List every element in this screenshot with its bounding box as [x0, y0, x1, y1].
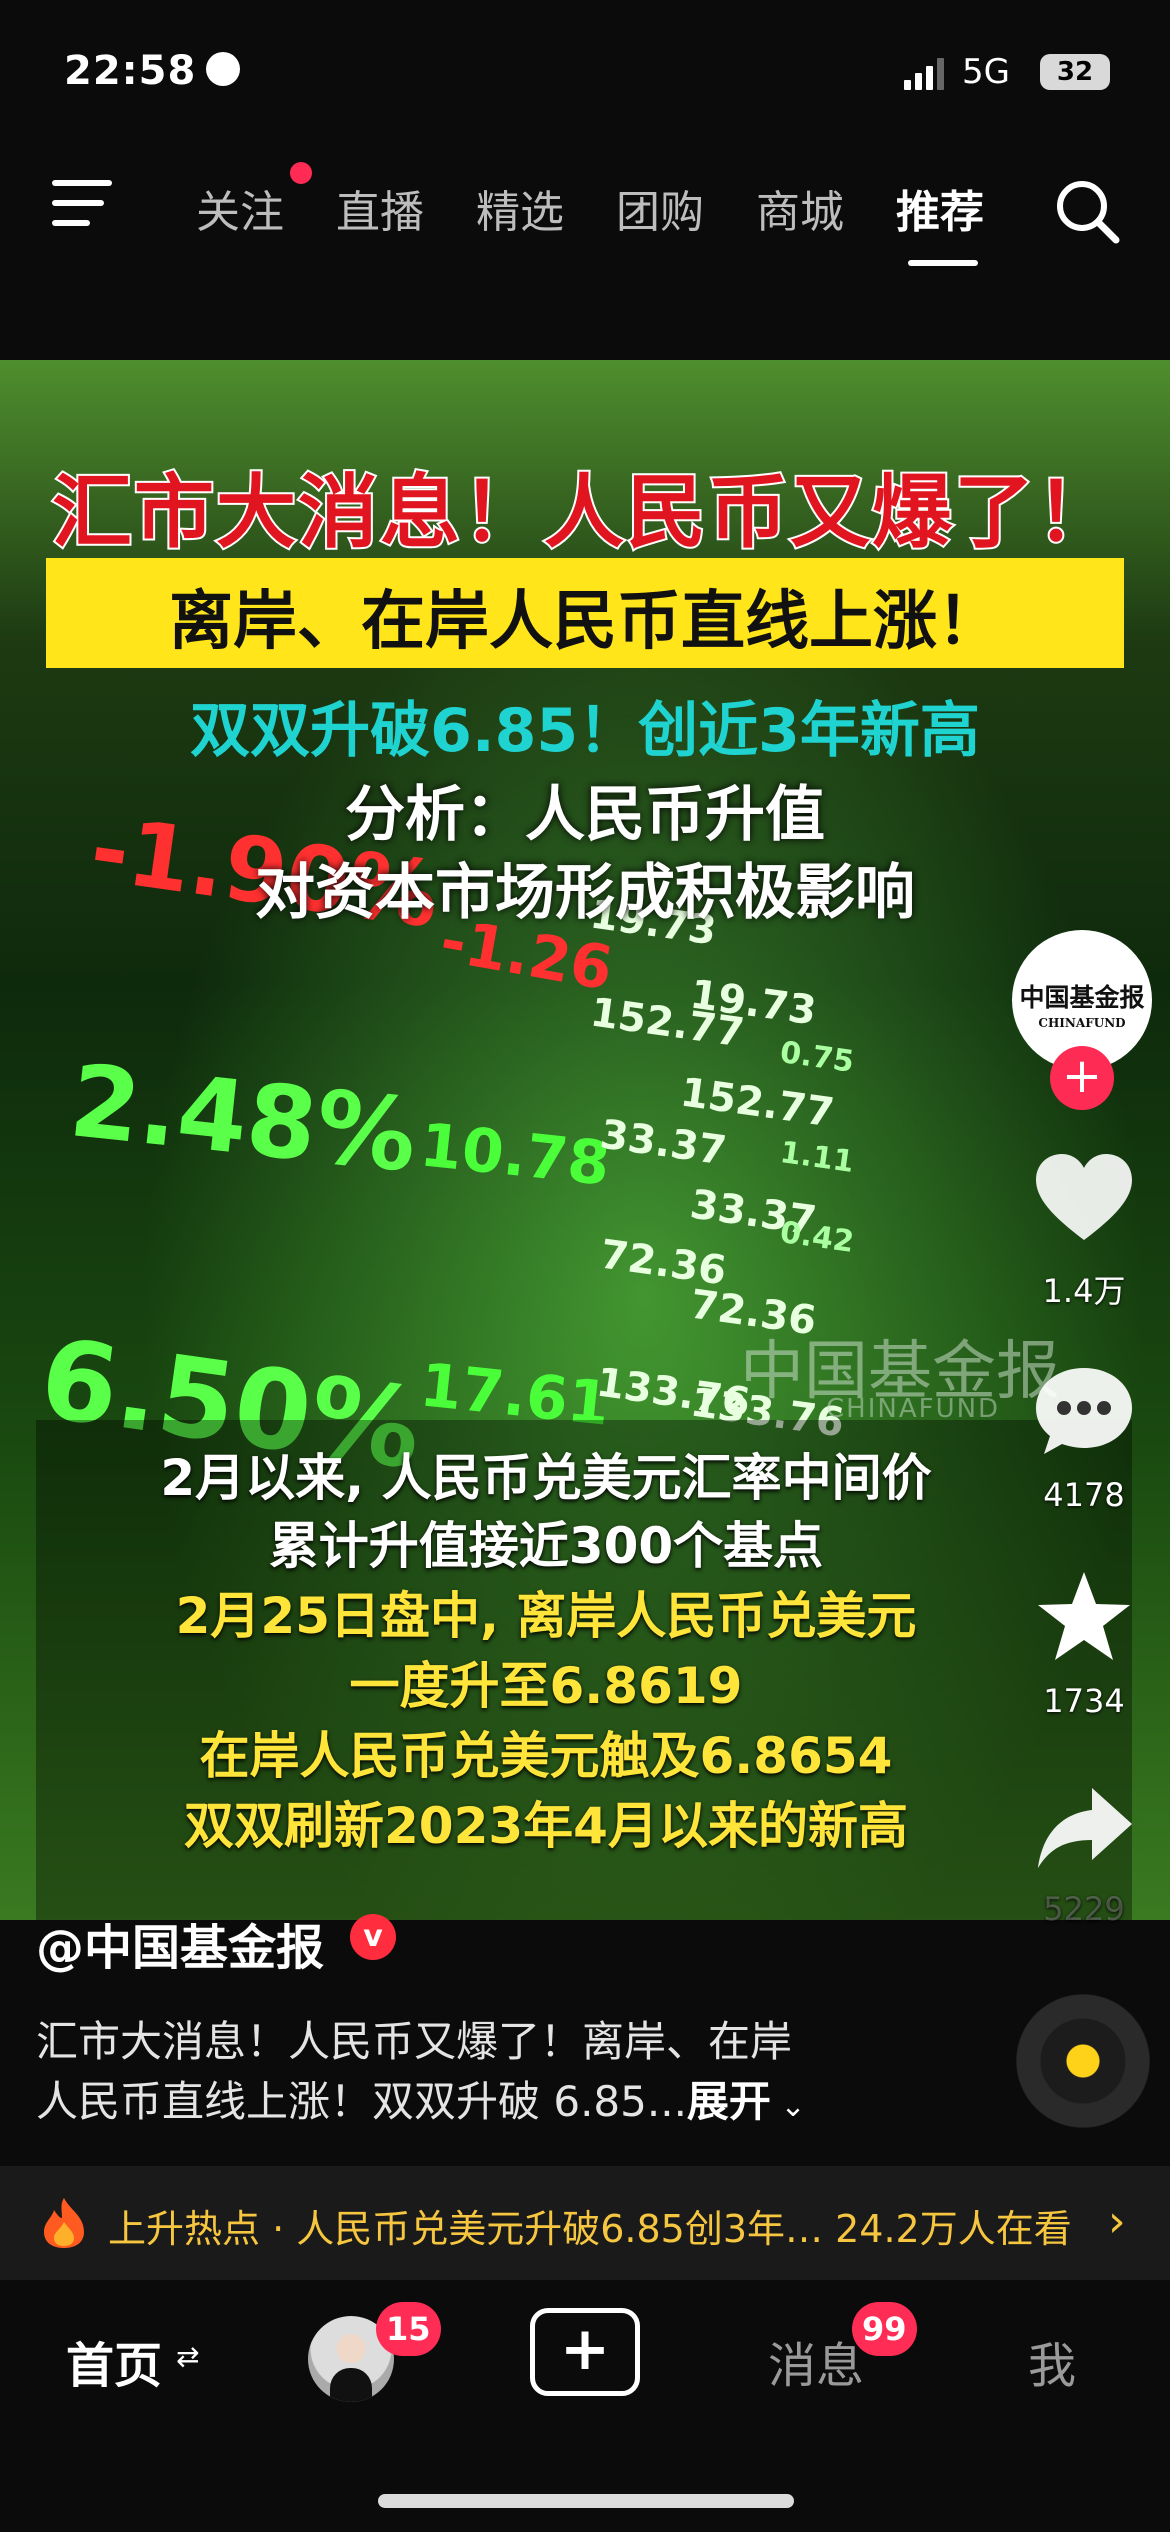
- friends-badge: 15: [376, 2302, 441, 2356]
- video-headline-3: 双双升破6.85！创近3年新高: [190, 696, 980, 766]
- home-indicator: [378, 2494, 794, 2508]
- messages-badge: 99: [852, 2302, 917, 2356]
- chevron-down-icon: ⌄: [770, 2089, 806, 2124]
- caption-line: 2月25日盘中, 离岸人民币兑美元: [175, 1587, 917, 1645]
- video-headline-4: 分析：人民币升值: [345, 780, 825, 850]
- tab-group-buy[interactable]: 团购: [616, 176, 704, 240]
- ticker-text: 33.37: [597, 1111, 730, 1175]
- tab-live[interactable]: 直播: [336, 176, 424, 240]
- tab-me[interactable]: 我: [1028, 2326, 1076, 2396]
- heart-icon[interactable]: [1032, 1152, 1136, 1248]
- caption-line: 在岸人民币兑美元触及6.8654: [199, 1727, 893, 1785]
- menu-icon[interactable]: [52, 178, 114, 228]
- tab-home[interactable]: 首页: [66, 2326, 162, 2396]
- star-icon[interactable]: [1032, 1570, 1136, 1666]
- ticker-text: 0.75: [777, 1035, 857, 1080]
- signal-icon: [904, 58, 944, 90]
- like-count: 1.4万: [1042, 1272, 1126, 1310]
- fire-icon: [44, 2198, 84, 2248]
- share-count: 5229: [1043, 1890, 1125, 1928]
- status-time: 22:58: [64, 48, 241, 94]
- tab-mall[interactable]: 商城: [756, 176, 844, 240]
- video-headline-2: 离岸、在岸人民币直线上涨！: [169, 585, 1001, 659]
- video-headline-5: 对资本市场形成积极影响: [255, 858, 915, 928]
- post-description-line2: 人民币直线上涨！双双升破 6.85...展开 ⌄: [36, 2077, 806, 2126]
- music-disc-icon[interactable]: [1016, 1994, 1150, 2128]
- create-button[interactable]: +: [530, 2308, 640, 2396]
- hot-topic-text[interactable]: 上升热点 · 人民币兑美元升破6.85创3年… 24.2万人在看: [108, 2198, 1072, 2253]
- tab-following[interactable]: 关注: [196, 176, 284, 240]
- caption-line: 一度升至6.8619: [349, 1657, 743, 1715]
- notification-dot: [290, 162, 312, 184]
- tab-featured[interactable]: 精选: [476, 176, 564, 240]
- smiley-icon: [206, 52, 241, 86]
- caption-line: 累计升值接近300个基点: [268, 1517, 824, 1575]
- switch-arrows-icon: ⇄: [176, 2340, 200, 2373]
- share-icon[interactable]: [1032, 1782, 1136, 1878]
- comment-icon[interactable]: [1032, 1364, 1136, 1460]
- verified-badge: v: [350, 1914, 396, 1960]
- expand-link[interactable]: 展开: [687, 2077, 771, 2126]
- follow-button[interactable]: +: [1050, 1046, 1114, 1110]
- author-name[interactable]: @中国基金报: [36, 1908, 324, 1978]
- ticker-text: 1.11: [777, 1135, 857, 1180]
- comment-count: 4178: [1043, 1476, 1125, 1514]
- video-player[interactable]: -1.90% 2.48% 6.50% 10.78 17.61 -1.26 19.…: [0, 360, 1170, 1920]
- ticker-text: 10.78: [416, 1110, 613, 1200]
- caption-line: 双双刷新2023年4月以来的新高: [184, 1797, 908, 1855]
- tab-recommended[interactable]: 推荐: [896, 176, 984, 240]
- caption-line: 2月以来, 人民币兑美元汇率中间价: [160, 1449, 932, 1507]
- ticker-text: 0.42: [777, 1215, 857, 1260]
- video-headline-1: 汇市大消息！人民币又爆了！: [50, 464, 1118, 561]
- search-icon[interactable]: [1052, 176, 1122, 246]
- network-type: 5G: [962, 52, 1010, 92]
- favorite-count: 1734: [1043, 1682, 1125, 1720]
- tab-messages[interactable]: 消息: [768, 2326, 864, 2396]
- chevron-right-icon[interactable]: ›: [1108, 2196, 1126, 2247]
- battery-indicator: 32: [1040, 54, 1110, 90]
- ticker-text: 2.48%: [64, 1042, 423, 1195]
- active-tab-indicator: [908, 260, 978, 266]
- post-description: 汇市大消息！人民币又爆了！离岸、在岸: [36, 2017, 793, 2066]
